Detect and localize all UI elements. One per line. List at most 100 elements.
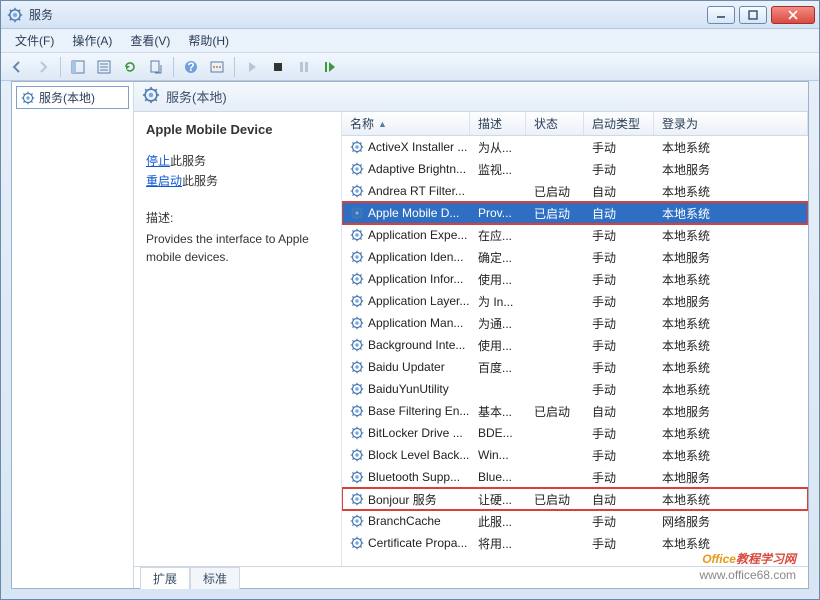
service-row[interactable]: Bluetooth Supp...Blue...手动本地服务 (342, 466, 808, 488)
cell-startup: 自动 (584, 205, 654, 222)
start-service-button[interactable] (240, 56, 264, 78)
minimize-button[interactable] (707, 6, 735, 24)
col-header-desc[interactable]: 描述 (470, 112, 526, 135)
cell-startup: 手动 (584, 425, 654, 442)
gear-icon (142, 86, 160, 107)
desc-label: 描述: (146, 209, 329, 226)
cell-logon: 本地系统 (654, 315, 808, 332)
col-header-name[interactable]: 名称▲ (342, 112, 470, 135)
cell-status: 已启动 (526, 403, 584, 420)
tab-extended[interactable]: 扩展 (140, 567, 190, 589)
cell-desc: Prov... (470, 206, 526, 220)
cell-name: Background Inte... (342, 338, 470, 352)
cell-logon: 本地系统 (654, 205, 808, 222)
service-row[interactable]: Baidu Updater百度...手动本地系统 (342, 356, 808, 378)
col-header-status[interactable]: 状态 (526, 112, 584, 135)
right-pane-title: 服务(本地) (166, 87, 227, 106)
cell-name: ActiveX Installer ... (342, 140, 470, 154)
cell-startup: 自动 (584, 491, 654, 508)
service-row[interactable]: Background Inte...使用...手动本地系统 (342, 334, 808, 356)
service-row[interactable]: Application Layer...为 In...手动本地服务 (342, 290, 808, 312)
help-button[interactable]: ? (179, 56, 203, 78)
cell-logon: 本地系统 (654, 447, 808, 464)
title-bar[interactable]: 服务 (1, 1, 819, 29)
service-row[interactable]: Adaptive Brightn...监视...手动本地服务 (342, 158, 808, 180)
menu-view[interactable]: 查看(V) (122, 30, 178, 51)
service-row[interactable]: Bonjour 服务让硬...已启动自动本地系统 (342, 488, 808, 510)
col-header-startup[interactable]: 启动类型 (584, 112, 654, 135)
toolbar-separator (234, 57, 235, 77)
cell-logon: 本地系统 (654, 271, 808, 288)
cell-logon: 本地系统 (654, 183, 808, 200)
service-row[interactable]: Application Man...为通...手动本地系统 (342, 312, 808, 334)
cell-startup: 手动 (584, 139, 654, 156)
service-row[interactable]: Base Filtering En...基本...已启动自动本地服务 (342, 400, 808, 422)
cell-logon: 本地系统 (654, 491, 808, 508)
service-row[interactable]: BranchCache此服...手动网络服务 (342, 510, 808, 532)
left-tree-pane[interactable]: 服务(本地) (12, 82, 134, 588)
pause-service-button[interactable] (292, 56, 316, 78)
export-button[interactable] (144, 56, 168, 78)
cell-desc: 确定... (470, 249, 526, 266)
cell-desc: 让硬... (470, 491, 526, 508)
sort-asc-icon: ▲ (378, 119, 387, 129)
cell-desc: 为从... (470, 139, 526, 156)
properties-button[interactable] (92, 56, 116, 78)
restart-service-button[interactable] (318, 56, 342, 78)
tree-root-services[interactable]: 服务(本地) (16, 86, 129, 109)
service-row[interactable]: Certificate Propa...将用...手动本地系统 (342, 532, 808, 554)
menu-file[interactable]: 文件(F) (7, 30, 62, 51)
service-rows[interactable]: ActiveX Installer ...为从...手动本地系统Adaptive… (342, 136, 808, 566)
tab-standard[interactable]: 标准 (190, 567, 240, 589)
cell-startup: 手动 (584, 535, 654, 552)
restart-link[interactable]: 重启动 (146, 174, 182, 188)
show-hide-tree-button[interactable] (66, 56, 90, 78)
cell-name: Application Iden... (342, 250, 470, 264)
cell-startup: 自动 (584, 403, 654, 420)
service-row[interactable]: Application Infor...使用...手动本地系统 (342, 268, 808, 290)
menu-help[interactable]: 帮助(H) (180, 30, 237, 51)
maximize-button[interactable] (739, 6, 767, 24)
cell-desc: 将用... (470, 535, 526, 552)
toolbar-button[interactable] (205, 56, 229, 78)
service-row[interactable]: Block Level Back...Win...手动本地系统 (342, 444, 808, 466)
service-row[interactable]: Application Iden...确定...手动本地服务 (342, 246, 808, 268)
close-button[interactable] (771, 6, 815, 24)
toolbar-separator (60, 57, 61, 77)
menu-bar: 文件(F) 操作(A) 查看(V) 帮助(H) (1, 29, 819, 53)
nav-forward-button[interactable] (31, 56, 55, 78)
cell-startup: 手动 (584, 513, 654, 530)
cell-desc: 此服... (470, 513, 526, 530)
cell-logon: 本地服务 (654, 293, 808, 310)
tree-root-label: 服务(本地) (39, 89, 95, 106)
cell-name: Apple Mobile D... (342, 206, 470, 220)
cell-desc: 基本... (470, 403, 526, 420)
cell-logon: 本地服务 (654, 403, 808, 420)
cell-logon: 本地系统 (654, 139, 808, 156)
col-header-logon[interactable]: 登录为 (654, 112, 808, 135)
service-row[interactable]: BaiduYunUtility手动本地系统 (342, 378, 808, 400)
cell-name: Application Expe... (342, 228, 470, 242)
service-row[interactable]: Andrea RT Filter...已启动自动本地系统 (342, 180, 808, 202)
menu-action[interactable]: 操作(A) (64, 30, 120, 51)
cell-startup: 手动 (584, 161, 654, 178)
service-row[interactable]: Apple Mobile D...Prov...已启动自动本地系统 (342, 202, 808, 224)
stop-link[interactable]: 停止 (146, 154, 170, 168)
cell-desc: 使用... (470, 271, 526, 288)
cell-logon: 本地服务 (654, 249, 808, 266)
nav-back-button[interactable] (5, 56, 29, 78)
cell-name: BaiduYunUtility (342, 382, 470, 396)
service-row[interactable]: BitLocker Drive ...BDE...手动本地系统 (342, 422, 808, 444)
stop-service-button[interactable] (266, 56, 290, 78)
cell-startup: 手动 (584, 337, 654, 354)
service-row[interactable]: Application Expe...在应...手动本地系统 (342, 224, 808, 246)
cell-startup: 手动 (584, 227, 654, 244)
cell-logon: 本地服务 (654, 469, 808, 486)
cell-startup: 手动 (584, 359, 654, 376)
client-area: 服务(本地) 服务(本地) Apple Mobile Device 停止此服务 … (11, 81, 809, 589)
cell-name: Application Infor... (342, 272, 470, 286)
refresh-button[interactable] (118, 56, 142, 78)
cell-startup: 手动 (584, 315, 654, 332)
services-window: 服务 文件(F) 操作(A) 查看(V) 帮助(H) ? (0, 0, 820, 600)
service-row[interactable]: ActiveX Installer ...为从... 手动本地系统 (342, 136, 808, 158)
